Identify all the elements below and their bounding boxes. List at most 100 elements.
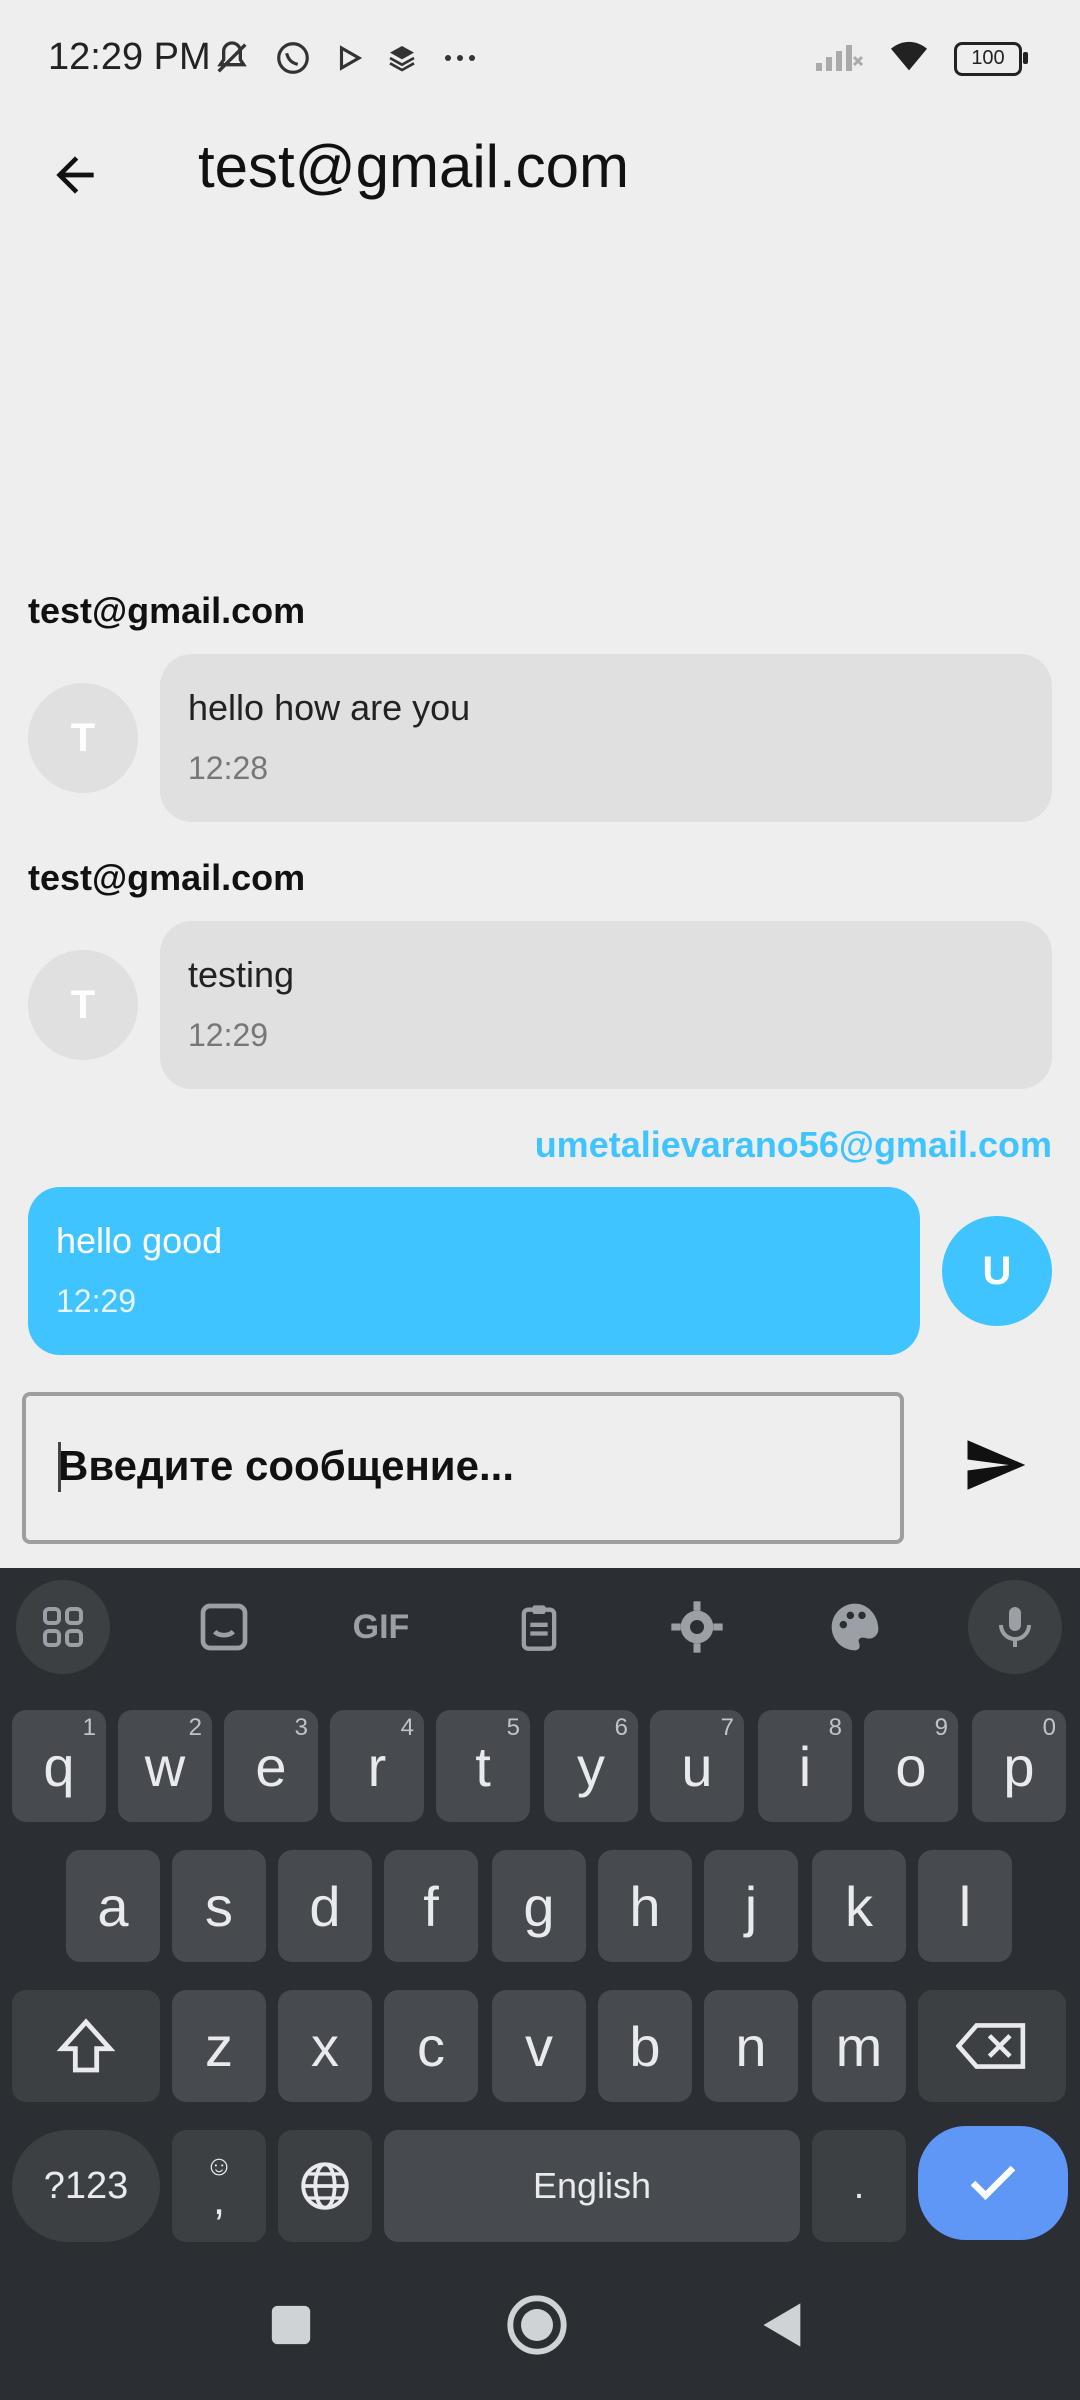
navigation-bar [0,2250,1080,2400]
key-p[interactable]: p0 [972,1710,1066,1822]
comma-label: , [212,2175,226,2224]
space-key[interactable]: English [384,2130,800,2242]
message-time: 12:28 [188,750,269,786]
key-hint: 4 [400,1714,414,1741]
status-bar: 12:29 PM 100 [0,0,1080,120]
back-button[interactable] [40,140,110,210]
message-sender: umetalievarano56@gmail.com [534,1124,1052,1165]
key-label: r [367,1734,387,1798]
key-w[interactable]: w2 [118,1710,212,1822]
whatsapp-icon [274,39,312,82]
globe-icon [301,2162,349,2210]
status-notification-icons [212,38,480,83]
message-bubble: hello how are you 12:28 [160,654,1052,822]
key-label: t [475,1734,491,1798]
key-hint: 5 [506,1714,520,1741]
key-u[interactable]: u7 [650,1710,744,1822]
square-icon [271,2305,311,2345]
key-r[interactable]: r4 [330,1710,424,1822]
key-q[interactable]: q1 [12,1710,106,1822]
home-circle-icon [507,2295,567,2355]
enter-key[interactable] [918,2126,1068,2240]
key-label: e [255,1734,287,1798]
key-y[interactable]: y6 [544,1710,638,1822]
key-e[interactable]: e3 [224,1710,318,1822]
key-a[interactable]: a [66,1850,160,1962]
send-button[interactable] [950,1420,1040,1510]
recents-button[interactable] [256,2290,326,2360]
key-c[interactable]: c [384,1990,478,2102]
key-d[interactable]: d [278,1850,372,1962]
message-time: 12:29 [56,1283,137,1319]
key-label: u [681,1734,713,1798]
avatar: T [28,683,138,793]
layers-icon [386,42,418,79]
more-notifications-icon [440,48,480,73]
back-nav-button[interactable] [748,2290,818,2360]
period-key[interactable]: . [812,2130,906,2242]
mute-icon [212,38,252,83]
home-button[interactable] [502,2290,572,2360]
key-f[interactable]: f [384,1850,478,1962]
key-o[interactable]: o9 [864,1710,958,1822]
message-bubble: testing 12:29 [160,921,1052,1089]
app-bar: test@gmail.com [0,120,1080,220]
avatar: U [942,1216,1052,1326]
message-input-placeholder: Введите сообщение... [58,1442,514,1489]
checkmark-icon [970,2165,1016,2201]
battery-indicator: 100 [954,41,1028,76]
key-hint: 0 [1042,1714,1056,1741]
key-hint: 3 [294,1714,308,1741]
symbols-key[interactable]: ?123 [12,2130,160,2242]
backspace-key[interactable] [918,1990,1066,2102]
chat-title: test@gmail.com [198,133,630,200]
key-j[interactable]: j [704,1850,798,1962]
key-label: w [144,1734,186,1798]
key-t[interactable]: t5 [436,1710,530,1822]
key-i[interactable]: i8 [758,1710,852,1822]
key-g[interactable]: g [492,1850,586,1962]
message-bubble: hello good 12:29 [28,1187,920,1355]
status-system-icons: 100 [814,38,1028,79]
key-hint: 6 [614,1714,628,1741]
key-l[interactable]: l [918,1850,1012,1962]
message-time: 12:29 [188,1017,269,1053]
key-s[interactable]: s [172,1850,266,1962]
message-input[interactable]: Введите сообщение... [22,1392,904,1544]
send-icon [967,1440,1026,1490]
sticker-icon[interactable] [177,1580,271,1674]
key-b[interactable]: b [598,1990,692,2102]
microphone-icon[interactable] [968,1580,1062,1674]
language-key[interactable] [278,2130,372,2242]
play-icon [334,43,364,78]
arrow-left-icon [56,156,94,194]
key-m[interactable]: m [812,1990,906,2102]
key-k[interactable]: k [812,1850,906,1962]
signal-icon [814,39,864,78]
comma-emoji-key[interactable]: ☺ , [172,2130,266,2242]
key-label: p [1003,1734,1035,1798]
key-hint: 9 [934,1714,948,1741]
keyboard-toolbar: GIF [0,1568,1080,1688]
message-text: testing [188,954,295,995]
key-n[interactable]: n [704,1990,798,2102]
apps-grid-icon[interactable] [16,1580,110,1674]
key-z[interactable]: z [172,1990,266,2102]
shift-key[interactable] [12,1990,160,2102]
message-text: hello good [56,1220,223,1261]
message-text: hello how are you [188,687,471,728]
triangle-back-icon [763,2303,801,2347]
key-h[interactable]: h [598,1850,692,1962]
status-time: 12:29 PM [48,36,211,78]
key-hint: 1 [82,1714,96,1741]
key-label: y [577,1734,605,1798]
palette-icon[interactable] [808,1580,902,1674]
clipboard-icon[interactable] [492,1580,586,1674]
gif-icon[interactable]: GIF [334,1580,428,1674]
message-sender: test@gmail.com [28,590,306,631]
key-label: q [43,1734,75,1798]
key-v[interactable]: v [492,1990,586,2102]
key-hint: 8 [828,1714,842,1741]
gear-icon[interactable] [650,1580,744,1674]
key-x[interactable]: x [278,1990,372,2102]
